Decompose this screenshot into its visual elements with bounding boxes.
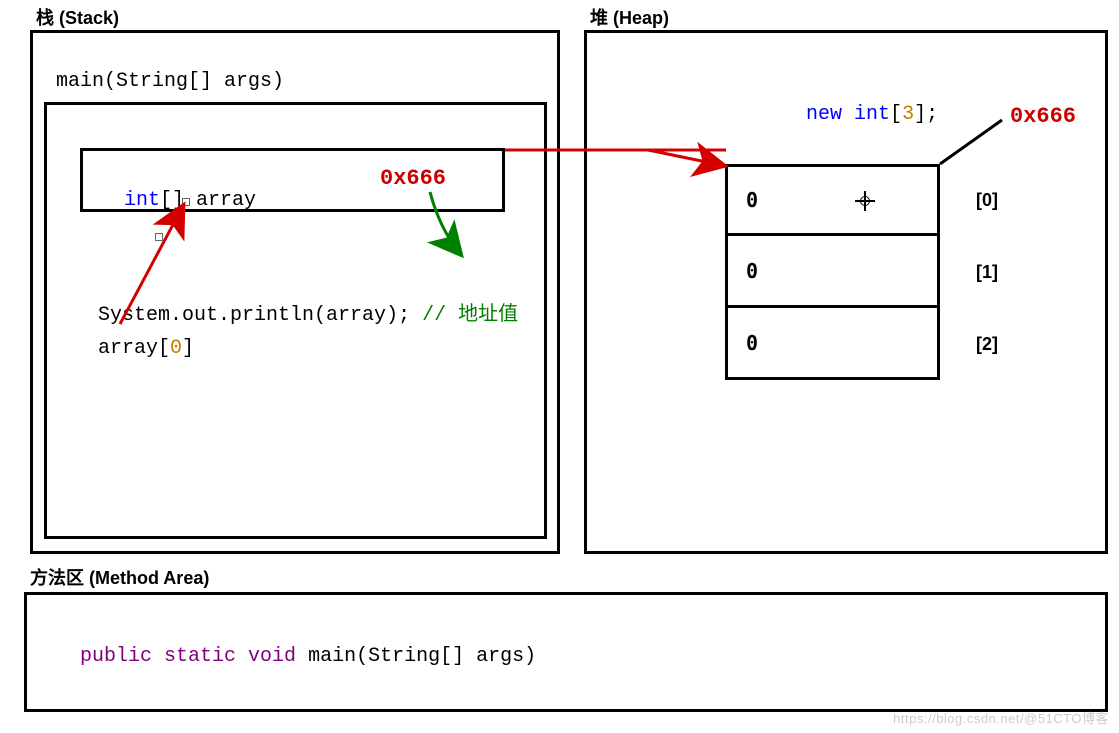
array-index-post: ] (182, 337, 194, 360)
heap-title: 堆 (Heap) (590, 4, 669, 30)
heap-cell-0-value: 0 (746, 188, 758, 212)
heap-cell-2-value: 0 (746, 331, 758, 355)
method-area-title: 方法区 (Method Area) (30, 564, 209, 590)
method-modifiers: public static void (80, 645, 296, 668)
cursor-target-icon (855, 191, 875, 211)
heap-index-1: [1] (976, 262, 998, 283)
new-type: int (854, 103, 890, 126)
heap-cell-1: 0 (725, 236, 940, 308)
comment-text: 地址值 (458, 304, 518, 327)
new-close: ]; (914, 103, 938, 126)
var-name: array (196, 189, 256, 212)
stack-title: 栈 (Stack) (36, 4, 119, 30)
var-type-keyword: int (124, 189, 160, 212)
watermark: https://blog.csdn.net/@51CTO博客 (893, 708, 1109, 727)
heap-index-2: [2] (976, 334, 998, 355)
heap-cell-1-value: 0 (746, 259, 758, 283)
stack-address-value: 0x666 (380, 166, 446, 191)
var-brackets: [] (160, 189, 196, 212)
method-signature: public static void main(String[] args) (56, 622, 536, 668)
selection-handle (155, 233, 163, 241)
selection-handle (182, 198, 190, 206)
heap-new-expr: new int[3]; (782, 80, 938, 126)
heap-address: 0x666 (1010, 104, 1076, 129)
array-index-expr: array[0] (74, 314, 194, 360)
new-open: [ (890, 103, 902, 126)
heap-index-0: [0] (976, 190, 998, 211)
heap-cell-0: 0 (725, 164, 940, 236)
stack-frame-header: main(String[] args) (56, 70, 284, 93)
array-index-pre: array[ (98, 337, 170, 360)
method-rest: main(String[] args) (296, 645, 536, 668)
heap-cell-2: 0 (725, 308, 940, 380)
var-decl: int[] array (100, 166, 256, 212)
array-index-value: 0 (170, 337, 182, 360)
new-size: 3 (902, 103, 914, 126)
new-keyword: new (806, 103, 854, 126)
comment-slashes: // (422, 304, 458, 327)
